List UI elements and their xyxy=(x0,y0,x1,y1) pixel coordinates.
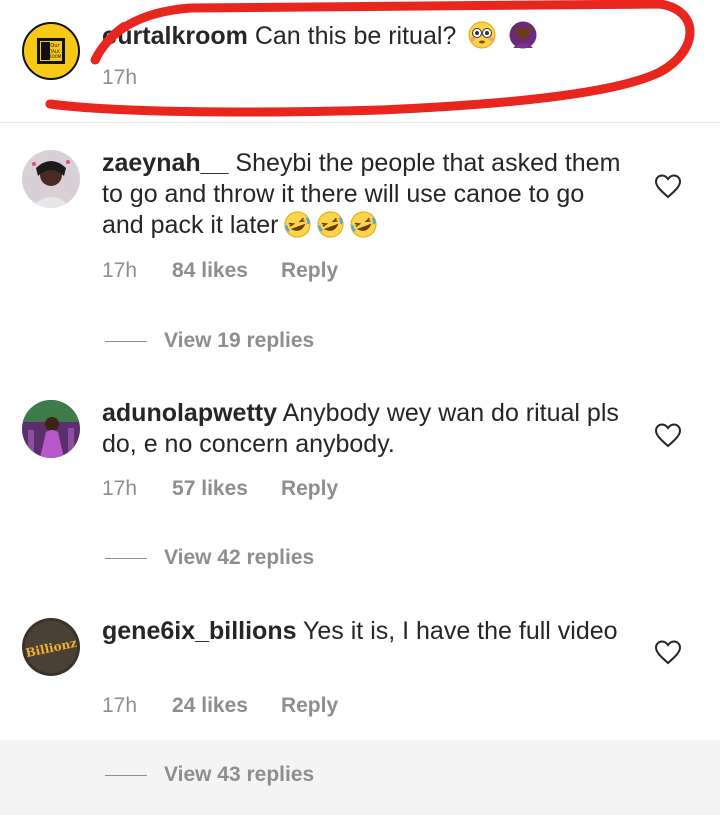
comment-timestamp: 17h xyxy=(102,694,138,717)
comment-username[interactable]: zaeynah__ xyxy=(102,149,228,177)
caption-username[interactable]: ourtalkroom xyxy=(102,22,248,50)
reply-button[interactable]: Reply xyxy=(281,477,338,501)
comment-body: adunolapwetty Anybody wey wan do ritual … xyxy=(102,398,642,460)
billionz-logo-icon: Billionz xyxy=(22,618,80,676)
rolling-laughing-emoji-icon xyxy=(283,211,311,238)
comment-username[interactable]: adunolapwetty xyxy=(102,399,277,427)
person-gesturing-no-emoji-icon xyxy=(509,21,537,49)
avatar-gene6ix-billions[interactable]: Billionz xyxy=(22,618,80,676)
view-replies-label: View 43 replies xyxy=(164,763,315,786)
like-heart-icon[interactable] xyxy=(654,422,682,448)
profile-photo-icon xyxy=(22,150,80,208)
view-replies-label: View 19 replies xyxy=(164,329,315,352)
like-heart-icon[interactable] xyxy=(654,173,682,199)
comment-timestamp: 17h xyxy=(102,259,138,282)
avatar-adunolapwetty[interactable] xyxy=(22,400,80,458)
rolling-laughing-emoji-icon xyxy=(316,211,344,238)
logo-text-room: ROOM xyxy=(49,54,62,59)
comment-timestamp: 17h xyxy=(102,477,138,500)
ourtalkroom-logo-icon: Our TALK ROOM xyxy=(37,38,65,64)
rolling-laughing-emoji-icon xyxy=(349,211,377,238)
replies-divider-line xyxy=(105,340,147,342)
caption-divider xyxy=(0,122,720,123)
comment-meta: 17h 57 likes Reply xyxy=(102,477,338,501)
caption-text-block: ourtalkroom Can this be ritual? xyxy=(102,20,662,52)
caption-timestamp: 17h xyxy=(102,66,138,89)
caption-text: Can this be ritual? xyxy=(254,22,457,50)
view-replies-button[interactable]: View 43 replies xyxy=(105,763,314,787)
reply-button[interactable]: Reply xyxy=(281,259,338,283)
comment-text: Yes it is, I have the full video xyxy=(303,617,618,645)
post-caption: Our TALK ROOM ourtalkroom Can this be ri… xyxy=(0,0,720,122)
comment-meta: 17h 84 likes Reply xyxy=(102,259,338,283)
comment-body: zaeynah__ Sheybi the people that asked t… xyxy=(102,148,622,241)
avatar-ourtalkroom[interactable]: Our TALK ROOM xyxy=(22,22,80,80)
view-replies-button[interactable]: View 42 replies xyxy=(105,546,314,570)
replies-divider-line xyxy=(105,774,147,776)
profile-photo-icon xyxy=(22,400,80,458)
comment-likes[interactable]: 24 likes xyxy=(172,694,248,718)
comment-meta: 17h 24 likes Reply xyxy=(102,694,338,718)
comment-body: gene6ix_billions Yes it is, I have the f… xyxy=(102,616,642,647)
replies-divider-line xyxy=(105,557,147,559)
caption-meta: 17h xyxy=(102,66,137,90)
avatar-zaeynah[interactable] xyxy=(22,150,80,208)
like-heart-icon[interactable] xyxy=(654,639,682,665)
comment-username[interactable]: gene6ix_billions xyxy=(102,617,297,645)
view-replies-label: View 42 replies xyxy=(164,546,315,569)
view-replies-button[interactable]: View 19 replies xyxy=(105,329,314,353)
reply-button[interactable]: Reply xyxy=(281,694,338,718)
flushed-face-emoji-icon xyxy=(468,21,496,49)
comment-likes[interactable]: 57 likes xyxy=(172,477,248,501)
comment-likes[interactable]: 84 likes xyxy=(172,259,248,283)
